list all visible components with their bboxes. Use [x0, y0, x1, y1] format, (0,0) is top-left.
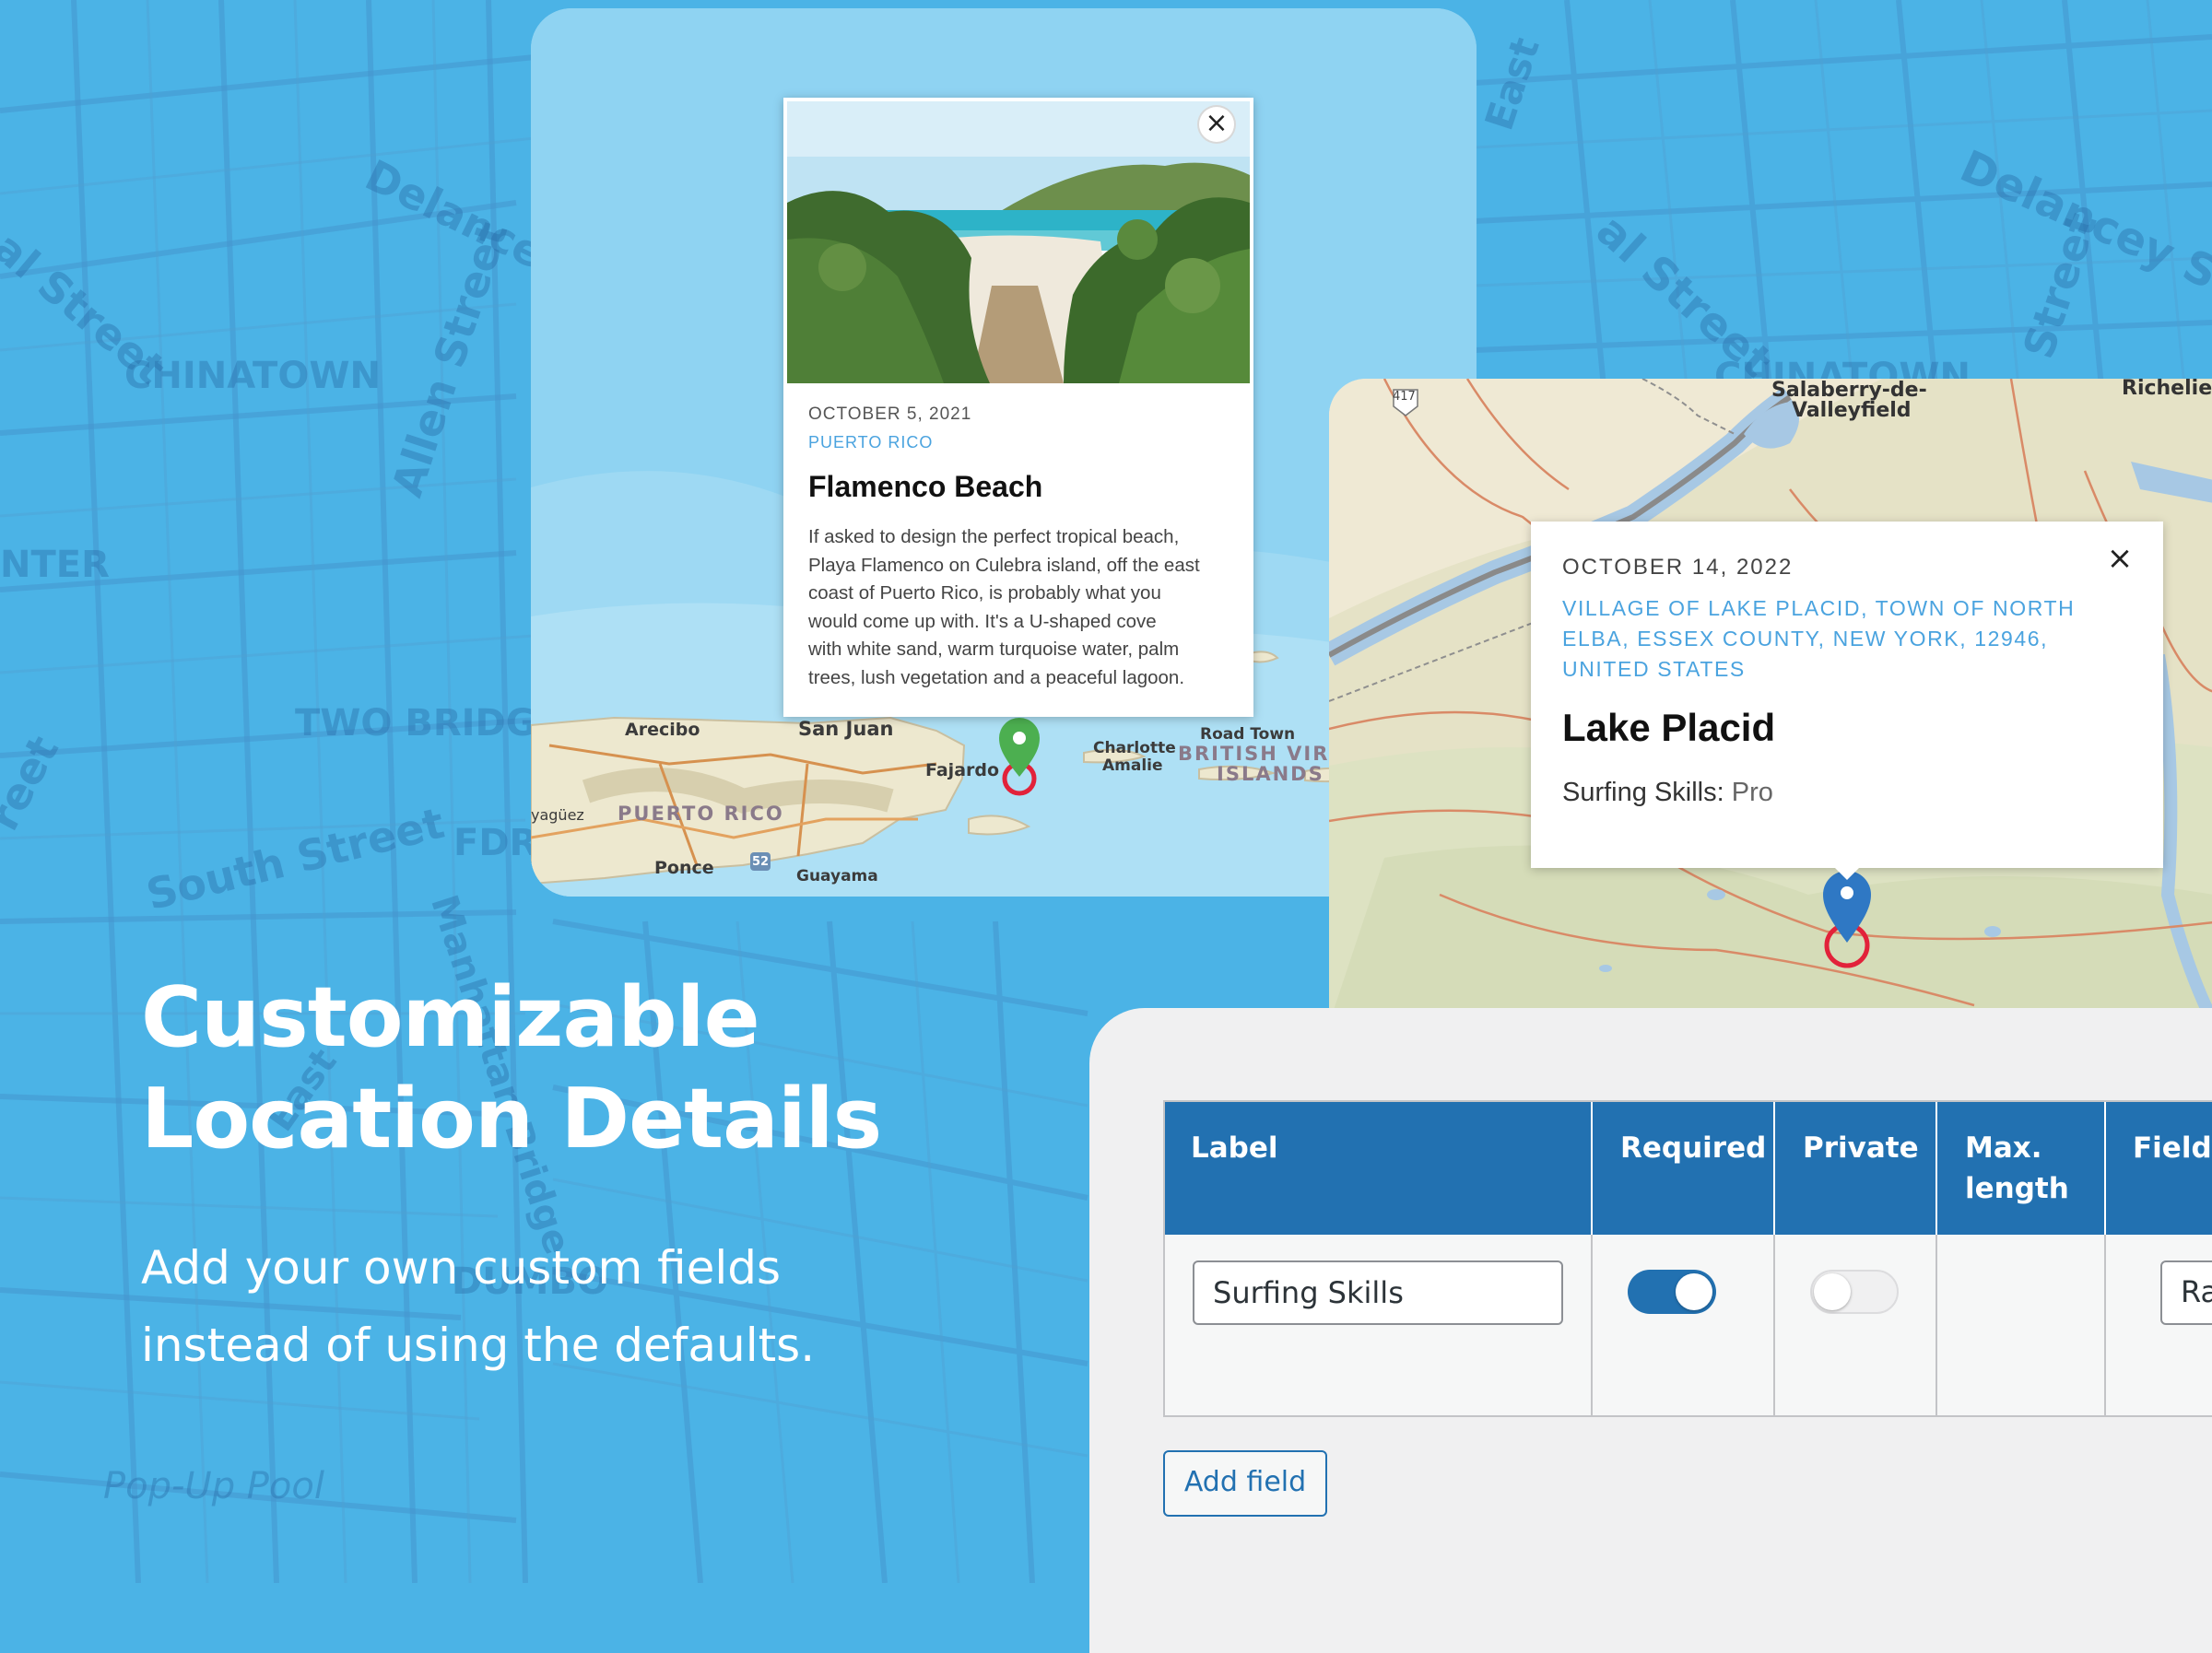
close-icon[interactable]: ×	[1199, 107, 1234, 142]
column-header-line: Max.	[1965, 1131, 2042, 1165]
popup-date: OCTOBER 14, 2022	[1562, 555, 1794, 580]
popup-location[interactable]: VILLAGE OF LAKE PLACID, TOWN OF NORTH EL…	[1562, 593, 2143, 685]
hero-subtitle-line: Add your own custom fields	[141, 1241, 782, 1295]
required-toggle[interactable]	[1628, 1270, 1716, 1314]
poi-label: Pop-Up Pool	[103, 1465, 324, 1507]
column-header-field: Field	[2133, 1131, 2212, 1165]
neighborhood-label: NTER	[0, 544, 110, 586]
beach-photo	[787, 101, 1250, 383]
column-header-private: Private	[1803, 1131, 1919, 1165]
map-city-label: Guayama	[796, 867, 878, 885]
column-header-required: Required	[1620, 1131, 1767, 1165]
popup-description-line: would come up with. It's a U-shaped cove	[808, 610, 1157, 632]
neighborhood-label: CHINATOWN	[124, 355, 381, 397]
hero-subtitle-line: instead of using the defaults.	[141, 1319, 816, 1372]
map-city-label: yagüez	[531, 806, 584, 824]
map-region-label: BRITISH VIRG	[1178, 743, 1347, 765]
hero-subtitle: Add your own custom fields instead of us…	[141, 1229, 878, 1384]
map-route-shield: 52	[752, 855, 770, 869]
column-header-max-length: Max. length	[1965, 1128, 2069, 1209]
hero-title-line: Location Details	[141, 1071, 882, 1167]
field-label-input[interactable]	[1193, 1260, 1563, 1325]
map-city-label: Amalie	[1102, 756, 1163, 775]
popup-description-line: If asked to design the perfect tropical …	[808, 526, 1180, 547]
popup-description-line: coast of Puerto Rico, is probably what y…	[808, 582, 1161, 604]
popup-location-line: VILLAGE OF LAKE PLACID, TOWN OF NORTH	[1562, 596, 2076, 620]
toggle-knob	[1676, 1273, 1712, 1310]
private-toggle[interactable]	[1810, 1270, 1899, 1314]
map-city-label: Road Town	[1200, 725, 1296, 744]
column-divider	[2104, 1102, 2106, 1235]
map-city-label: Charlotte	[1093, 739, 1176, 757]
neighborhood-label: TWO BRIDGE	[295, 702, 561, 744]
popup-description-line: trees, lush vegetation and a peaceful la…	[808, 666, 1185, 688]
popup-description: If asked to design the perfect tropical …	[808, 523, 1241, 693]
map-city-label: San Juan	[798, 718, 894, 740]
map-city-label: Ponce	[654, 858, 714, 878]
popup-title: Flamenco Beach	[808, 470, 1043, 503]
custom-fields-table: Label Required Private Max. length Field…	[1163, 1100, 2212, 1417]
hero-title: Customizable Location Details	[141, 967, 882, 1170]
location-popup-lake-placid[interactable]: × OCTOBER 14, 2022 VILLAGE OF LAKE PLACI…	[1531, 522, 2163, 868]
column-divider	[1936, 1102, 1937, 1235]
custom-field-value: Pro	[1731, 778, 1773, 807]
column-divider	[1773, 1235, 1775, 1417]
popup-custom-field: Surfing Skills: Pro	[1562, 778, 1773, 808]
popup-pointer	[1834, 867, 1860, 880]
close-icon[interactable]: ×	[2102, 542, 2137, 577]
column-header-label: Label	[1191, 1131, 1278, 1165]
toggle-knob	[1814, 1273, 1851, 1310]
custom-field-label: Surfing Skills:	[1562, 778, 1724, 807]
custom-fields-settings-panel: Label Required Private Max. length Field…	[1089, 1008, 2212, 1653]
add-field-button[interactable]: Add field	[1163, 1450, 1327, 1517]
map-city-label: Richelie	[2122, 379, 2212, 400]
column-divider	[1591, 1235, 1593, 1417]
map-region-label: ISLANDS	[1217, 763, 1324, 785]
street-label: FDR	[453, 822, 538, 864]
map-city-label: Arecibo	[625, 720, 700, 740]
column-divider	[1936, 1235, 1937, 1417]
column-divider	[1773, 1102, 1775, 1235]
column-divider	[1591, 1102, 1593, 1235]
popup-location-line: UNITED STATES	[1562, 657, 1746, 681]
column-header-line: length	[1965, 1172, 2069, 1205]
map-city-label: Valleyfield	[1792, 399, 1912, 422]
map-region-label: PUERTO RICO	[618, 803, 784, 825]
location-popup-flamenco-beach[interactable]: × OCTOBER 5, 2021 PUERTO RICO Flamenco B…	[783, 98, 1253, 717]
map-route-shield: 417	[1393, 390, 1416, 404]
popup-title: Lake Placid	[1562, 706, 1776, 749]
popup-location[interactable]: PUERTO RICO	[808, 433, 933, 452]
field-type-select[interactable]: Rad	[2160, 1260, 2212, 1325]
popup-description-line: with white sand, warm turquoise water, p…	[808, 639, 1180, 661]
hero-title-line: Customizable	[141, 969, 760, 1066]
map-city-label: Fajardo	[925, 760, 1000, 780]
popup-date: OCTOBER 5, 2021	[808, 404, 972, 424]
column-divider	[2104, 1235, 2106, 1417]
popup-location-line: ELBA, ESSEX COUNTY, NEW YORK, 12946,	[1562, 627, 2049, 651]
popup-description-line: Playa Flamenco on Culebra island, off th…	[808, 554, 1200, 576]
